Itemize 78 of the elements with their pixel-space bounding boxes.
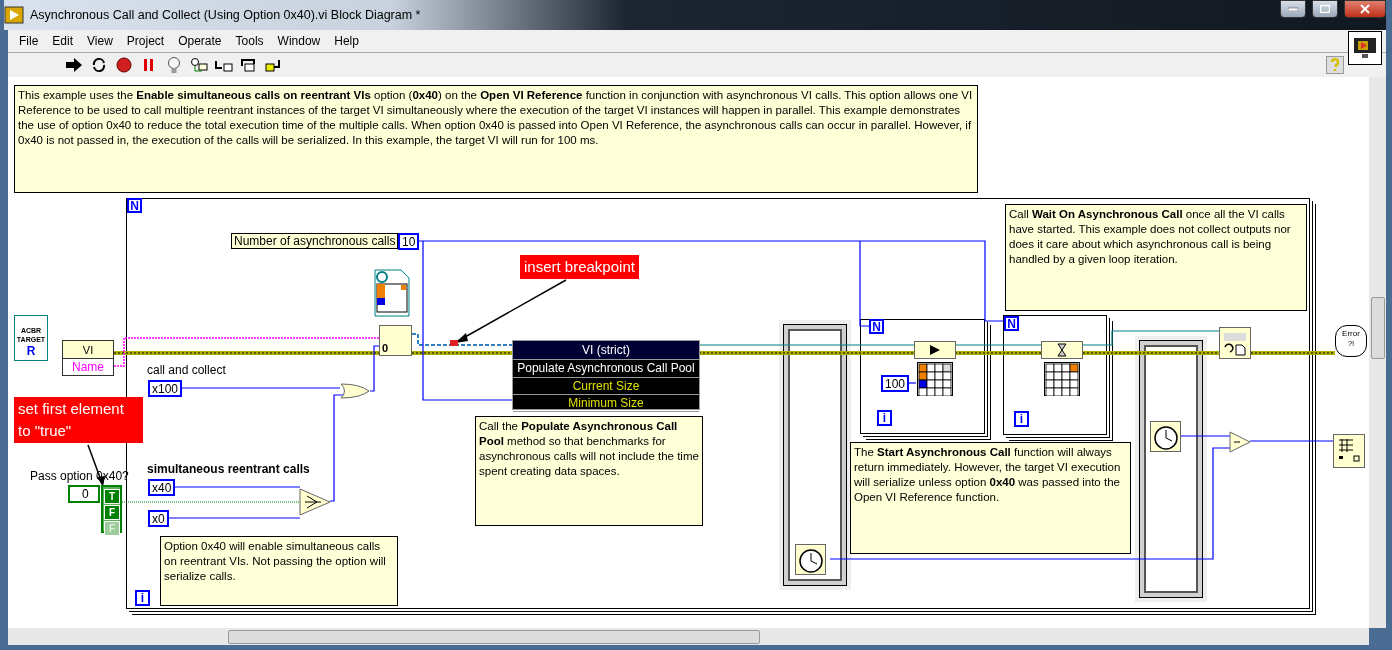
loop-count-terminal: N <box>869 319 884 334</box>
comment-note: Option 0x40 will enable simultaneous calls on reentrant VIs. Not passing the option will serialize calls. <box>160 536 398 606</box>
numeric-constant: 100 <box>881 375 910 392</box>
icon-letter: R <box>25 344 37 358</box>
close-icon <box>1360 4 1370 14</box>
circular-arrows-icon <box>91 57 107 73</box>
breakpoint-icon <box>450 340 458 346</box>
grid-icon <box>917 362 953 396</box>
boolean-element[interactable]: T <box>104 489 120 504</box>
wire <box>1179 435 1231 437</box>
property-name: Name <box>63 358 113 375</box>
menu-item[interactable]: Project <box>119 34 172 48</box>
minimize-button[interactable] <box>1280 0 1306 18</box>
boolean-element[interactable]: F <box>104 505 120 520</box>
hourglass-icon <box>1057 343 1067 357</box>
retain-wire-values-button[interactable] <box>189 55 209 75</box>
icon-text: Error <box>1341 329 1361 339</box>
step-out-icon <box>265 58 283 72</box>
menu-item[interactable]: View <box>80 34 120 48</box>
probe-icon <box>190 57 208 73</box>
abort-button[interactable] <box>114 55 134 75</box>
loop-count-terminal: N <box>1004 316 1019 331</box>
stop-icon <box>116 57 132 73</box>
description-comment: This example uses the Enable simultaneous calls on reentrant VIs option (0x40) on the Open VI Reference function in conjunction with asynchronous VI calls. This option allows one VI Reference to be used to call multiple reentrant instances of the target VI simultaneously where the execution of the target VI instances will happen in parallel. This example demonstrates the use of option 0x40 to reduce the total execution time of the multiple calls. When option 0x40 is passed into Open VI Reference, the asynchronous calls can occur in parallel. However, if 0x40 is not passed in, the execution of the calls will be serialized. In this example, the target VI will run for 100 ms. <box>14 85 978 193</box>
or-gate-icon <box>340 383 370 399</box>
node-header: VI (strict) <box>513 341 699 360</box>
menu-item[interactable]: Edit <box>45 34 81 48</box>
iteration-terminal: i <box>877 410 892 426</box>
wire <box>369 345 381 392</box>
step-over-icon <box>240 58 258 72</box>
application-icon <box>4 6 24 24</box>
iteration-terminal: i <box>135 590 150 606</box>
grid-icon <box>1044 362 1080 396</box>
comment-note: The Start Asynchronous Call function will always return immediately. However, the target VI execution will serialize unless option 0x40 was passed into the Open VI Reference function. <box>850 442 1131 554</box>
step-into-icon <box>215 58 233 72</box>
numeric-constant: 10 <box>398 233 420 250</box>
comment-note: Call Wait On Asynchronous Call once all the VI calls have started. This example does not collect outputs nor does it care about which asynchronous call is being handled by a given loop iteration. <box>1005 204 1307 311</box>
node-value: 0 <box>382 341 389 354</box>
close-button[interactable] <box>1344 0 1386 18</box>
horizontal-scrollbar[interactable] <box>8 628 1369 645</box>
menu-item[interactable]: Operate <box>171 34 229 48</box>
numeric-constant: x0 <box>148 510 169 527</box>
monitor-icon <box>1353 37 1377 59</box>
maximize-button[interactable] <box>1312 0 1338 18</box>
constant-label: call and collect <box>147 363 226 377</box>
question-mark-icon <box>1330 58 1340 72</box>
numeric-constant: x40 <box>148 479 176 496</box>
vi-icon[interactable] <box>1348 31 1382 65</box>
maximize-icon <box>1320 5 1330 13</box>
light-bulb-icon <box>167 56 181 74</box>
play-icon <box>929 344 941 356</box>
property-name: Current Size <box>513 378 699 395</box>
run-arrow-icon <box>65 58 83 72</box>
iteration-terminal: i <box>1014 411 1029 427</box>
document-icon <box>374 269 410 317</box>
method-name: Populate Asynchronous Call Pool <box>513 360 699 378</box>
constant-label: Number of asynchronous calls <box>231 233 399 249</box>
array-index-field[interactable]: 0 <box>68 485 100 503</box>
constant-label: simultaneous reentrant calls <box>147 462 310 476</box>
node-type: VI <box>82 343 94 356</box>
menu-item[interactable]: Help <box>327 34 366 48</box>
numeric-constant: x100 <box>148 380 183 397</box>
annotation-note: insert breakpoint <box>520 255 639 279</box>
pause-icon <box>143 58 155 72</box>
menu-item[interactable]: Tools <box>228 34 271 48</box>
run-button[interactable] <box>64 55 84 75</box>
minimize-icon <box>1288 7 1298 11</box>
icon-text: ?! <box>1346 339 1356 349</box>
window-title: Asynchronous Call and Collect (Using Option 0x40).vi Block Diagram * <box>30 8 421 22</box>
subtract-node-icon <box>1229 431 1251 453</box>
loop-count-terminal: N <box>127 198 142 213</box>
menu-item[interactable]: Window <box>270 34 328 48</box>
comment-note: Call the Populate Asynchronous Call Pool method so that benchmarks for asynchronous calls will not include the time spent creating data spaces. <box>475 416 703 526</box>
menu-item[interactable]: File <box>12 34 46 48</box>
annotation-note: set first element to "true" <box>14 397 143 443</box>
select-node-icon <box>299 488 331 516</box>
property-name: Minimum Size <box>513 395 699 412</box>
vertical-scrollbar[interactable] <box>1369 77 1386 628</box>
